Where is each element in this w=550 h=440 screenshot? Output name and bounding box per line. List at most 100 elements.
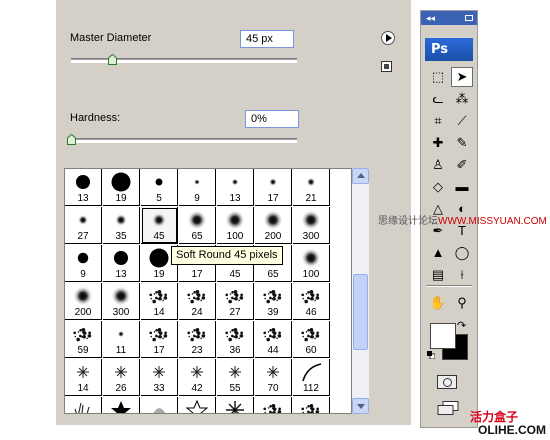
brush-preset-cell[interactable] [179,397,216,413]
shape-tool-icon[interactable]: ◯ [451,243,473,263]
brush-preset-cell[interactable]: 300 [103,283,140,320]
brush-preset-cell[interactable]: 13 [65,169,102,206]
zoom-tool-icon[interactable]: ⚲ [451,293,473,313]
brush-size-label: 46 [305,307,317,318]
brush-preset-cell[interactable]: 11 [103,321,140,358]
brush-size-label: 9 [80,269,86,280]
brush-preset-cell[interactable]: 23 [179,321,216,358]
hand-tool-icon[interactable]: ✋ [427,293,449,313]
brush-tip-icon [75,174,91,190]
brush-preset-cell[interactable]: 14 [141,283,178,320]
brush-preset-cell[interactable] [293,397,330,413]
brush-preset-cell[interactable]: 14 [65,359,102,396]
brush-preset-cell[interactable]: 13 [217,169,254,206]
brush-preset-cell[interactable]: 45 [141,207,178,244]
brush-preset-cell[interactable]: 13 [103,245,140,282]
brush-tip-icon [268,177,278,187]
brush-preset-cell[interactable]: 24 [179,283,216,320]
brush-size-label: 23 [191,345,203,356]
eyedropper-tool-icon[interactable]: ⟊ [451,265,473,285]
master-diameter-slider[interactable] [71,58,297,63]
brush-preset-cell[interactable]: 9 [179,169,216,206]
brush-preset-cell[interactable]: 42 [179,359,216,396]
palette-header[interactable]: ◂◂ [421,11,477,25]
brush-preset-cell[interactable] [141,397,178,413]
panel-menu-button[interactable] [381,31,395,45]
brush-preset-cell[interactable]: 46 [293,283,330,320]
brush-preset-cell[interactable]: 65 [179,207,216,244]
brush-preset-cell[interactable]: 44 [255,321,292,358]
brush-preset-cell[interactable]: 17 [141,321,178,358]
history-brush-tool-icon[interactable]: ✐ [451,155,473,175]
magic-wand-tool-icon[interactable]: ⁂ [451,89,473,109]
brush-preset-cell[interactable]: 112 [293,359,330,396]
brush-preset-cell[interactable]: 36 [217,321,254,358]
brush-preset-cell[interactable]: 35 [103,207,140,244]
hardness-slider-handle[interactable] [67,134,76,145]
notes-tool-icon[interactable]: ▤ [427,265,449,285]
eraser-tool-icon[interactable]: ◇ [427,177,449,197]
brush-preset-cell[interactable]: 300 [293,207,330,244]
master-diameter-label: Master Diameter [70,32,152,44]
default-colors-icon[interactable] [427,351,435,359]
brush-preset-cell[interactable]: 27 [217,283,254,320]
move-tool-icon[interactable]: ➤ [451,67,473,87]
brush-preset-cell[interactable]: 100 [217,207,254,244]
gradient-tool-icon[interactable]: ▬ [451,177,473,197]
brush-preset-cell[interactable]: 60 [293,321,330,358]
new-preset-button[interactable] [381,61,392,72]
master-diameter-slider-handle[interactable] [107,54,117,65]
brush-preset-cell[interactable]: 200 [255,207,292,244]
brush-preset-cell[interactable] [255,397,292,413]
brush-preset-cell[interactable]: 200 [65,283,102,320]
brush-preset-cell[interactable]: 21 [293,169,330,206]
hardness-slider[interactable] [71,138,297,143]
watermark-side-text: 思缘设计论坛 [378,216,438,227]
brush-preset-cell[interactable] [103,397,140,413]
brush-size-label: 200 [74,307,92,318]
brush-preset-cell[interactable]: 39 [255,283,292,320]
collapse-icon[interactable]: ◂◂ [426,11,435,25]
slice-tool-icon[interactable]: ⟋ [451,111,473,131]
brush-preset-cell[interactable]: 59 [65,321,102,358]
brush-preset-cell[interactable]: 5 [141,169,178,206]
foreground-color-swatch[interactable] [430,323,456,349]
brush-preset-cell[interactable]: 70 [255,359,292,396]
preset-scrollbar[interactable] [352,168,369,414]
brush-preset-cell[interactable]: 100 [293,245,330,282]
brush-preset-cell[interactable]: 27 [65,207,102,244]
brush-preset-cell[interactable]: 33 [141,359,178,396]
scroll-up-button[interactable] [352,168,369,184]
quick-mask-button[interactable] [437,375,457,389]
path-selection-tool-icon[interactable]: ▲ [427,243,449,263]
master-diameter-field[interactable]: 45 px [240,30,294,48]
brush-preset-cell[interactable]: 55 [217,359,254,396]
clone-stamp-tool-icon[interactable]: ♙ [427,155,449,175]
screen-mode-button[interactable] [437,401,459,415]
scroll-down-button[interactable] [352,398,369,414]
marquee-tool-icon[interactable]: ⬚ [427,67,449,87]
photoshop-logo[interactable]: Ps [425,38,473,61]
healing-brush-tool-icon[interactable]: ✚ [427,133,449,153]
watermark-side-site: WWW.MISSYUAN.COM [438,216,547,227]
lasso-tool-icon[interactable]: ᓚ [427,89,449,109]
brush-preset-cell[interactable]: 9 [65,245,102,282]
hardness-field[interactable]: 0% [245,110,299,128]
watermark-side: 思缘设计论坛WWW.MISSYUAN.COM [378,212,547,227]
brush-tip-icon [77,366,89,378]
brush-tip-icon [301,210,321,230]
brush-preset-cell[interactable]: 26 [103,359,140,396]
brush-preset-cell[interactable]: 19 [103,169,140,206]
brush-preset-cell[interactable] [217,397,254,413]
brush-size-label: 112 [303,383,319,394]
brush-preset-cell[interactable] [65,397,102,413]
brush-tip-icon [153,408,166,413]
brush-tool-icon[interactable]: ✎ [451,133,473,153]
brush-size-label: 19 [115,193,127,204]
brush-tip-icon [193,178,201,186]
crop-tool-icon[interactable]: ⌗ [427,111,449,131]
close-icon[interactable] [465,15,473,21]
brush-preset-cell[interactable]: 17 [255,169,292,206]
swap-colors-icon[interactable]: ↷ [457,319,466,332]
scroll-thumb[interactable] [353,274,368,350]
